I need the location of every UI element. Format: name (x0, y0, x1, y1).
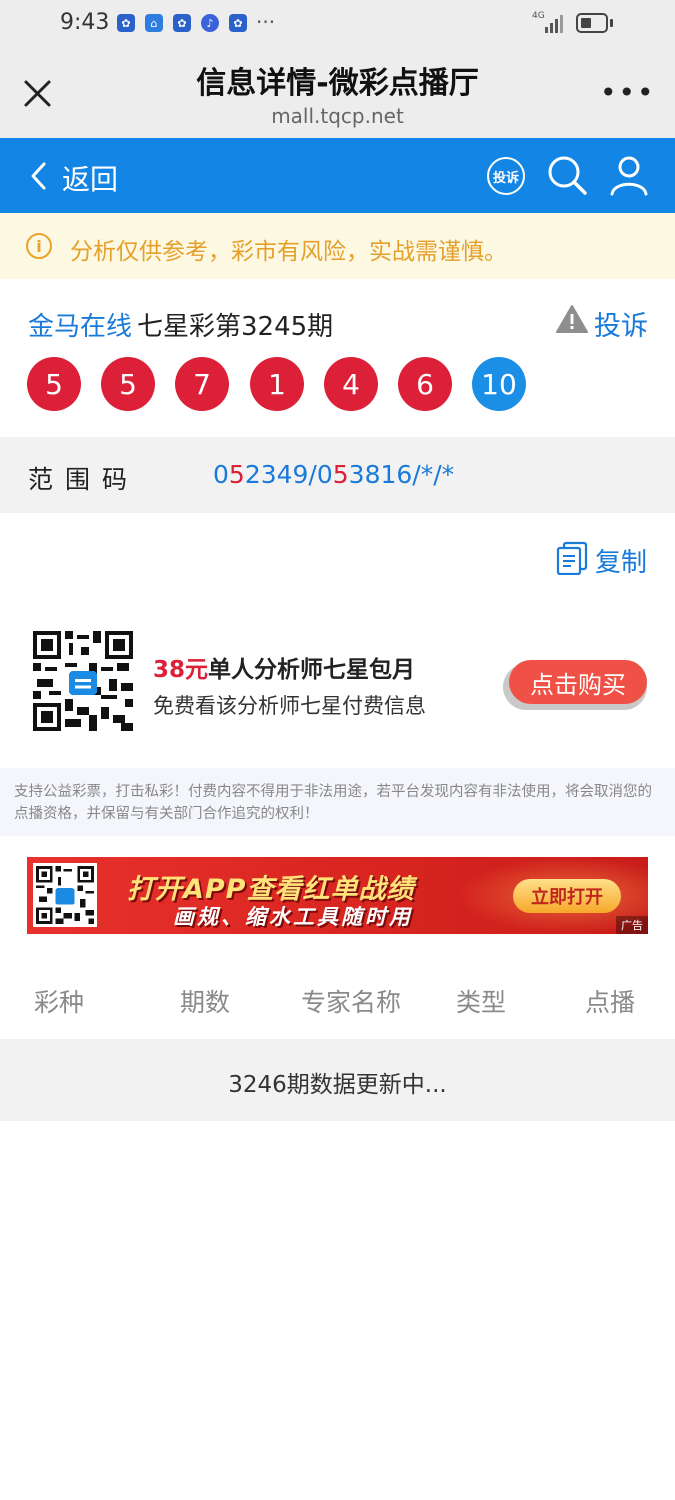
qr-code-icon (33, 631, 133, 731)
ball-red: 4 (324, 357, 378, 411)
table-status-text: 3246期数据更新中... (228, 1072, 447, 1098)
column-header-issue: 期数 (180, 988, 231, 1017)
promo-subtitle: 免费看该分析师七星付费信息 (153, 694, 426, 718)
more-menu-icon[interactable]: ••• (600, 76, 654, 109)
network-type: 4G (532, 11, 545, 21)
ball-red: 7 (175, 357, 229, 411)
ball-red: 5 (101, 357, 155, 411)
column-header-expert: 专家名称 (301, 988, 402, 1017)
range-digit-highlight: 5 (332, 460, 349, 489)
ball-red: 6 (398, 357, 452, 411)
warning-triangle-icon[interactable] (555, 304, 589, 334)
notice-text: 分析仅供参考，彩市有风险，实战需谨慎。 (70, 239, 507, 265)
info-icon: i (26, 233, 52, 259)
buy-button[interactable]: 点击购买 (509, 660, 647, 704)
range-digit-highlight: 5 (228, 460, 245, 489)
baidu-app-icon: ✿ (117, 14, 135, 32)
copy-icon[interactable] (556, 541, 588, 575)
ad-tag: 广告 (616, 916, 648, 934)
promo-price: 38元 (153, 657, 209, 683)
complain-icon[interactable]: 投诉 (487, 157, 525, 195)
disclaimer-text: 支持公益彩票，打击私彩！付费内容不得用于非法用途，若平台发现内容有非法使用，将会… (14, 784, 652, 822)
status-time: 9:43 (60, 10, 110, 35)
banner-qr-code-icon (36, 866, 94, 924)
issue-title: 七星彩第3245期 (137, 312, 334, 342)
baidu-app-icon: ✿ (173, 14, 191, 32)
user-icon[interactable] (608, 154, 650, 196)
more-notifications-icon: ··· (256, 10, 276, 34)
column-header-lottery: 彩种 (34, 988, 85, 1017)
open-app-button[interactable]: 立即打开 (513, 879, 621, 913)
ball-blue: 10 (472, 357, 526, 411)
promo-title-text: 单人分析师七星包月 (208, 657, 416, 683)
issuer-link[interactable]: 金马在线 (28, 306, 132, 343)
promo-title: 38元单人分析师七星包月 (153, 650, 415, 684)
battery-icon (576, 13, 608, 33)
range-digits: 2349/0 (244, 460, 333, 489)
battery-tip (610, 19, 613, 27)
range-digit: 0 (213, 460, 229, 489)
column-header-play: 点播 (585, 988, 636, 1017)
back-chevron-icon[interactable] (28, 160, 50, 192)
copy-button[interactable]: 复制 (595, 542, 647, 579)
ball-red: 5 (27, 357, 81, 411)
column-header-type: 类型 (456, 988, 507, 1017)
range-digits: 3816/*/* (348, 460, 455, 489)
complain-link[interactable]: 投诉 (594, 304, 648, 343)
range-code-value: 052349/053816/*/* (213, 460, 454, 489)
banner-subline: 画规、缩水工具随时用 (173, 905, 413, 929)
page-title: 信息详情-微彩点播厅 (196, 66, 479, 101)
ball-red: 1 (250, 357, 304, 411)
page-url: mall.tqcp.net (271, 104, 404, 128)
home-app-icon: ⌂ (145, 14, 163, 32)
search-icon[interactable] (546, 154, 588, 196)
music-app-icon: ♪ (201, 14, 219, 32)
back-button[interactable]: 返回 (62, 158, 118, 198)
signal-icon (545, 15, 563, 33)
range-code-label: 范围码 (28, 465, 140, 494)
app-banner-ad[interactable]: 打开APP查看红单战绩 画规、缩水工具随时用 立即打开 广告 (27, 857, 648, 934)
baidu-app-icon: ✿ (229, 14, 247, 32)
